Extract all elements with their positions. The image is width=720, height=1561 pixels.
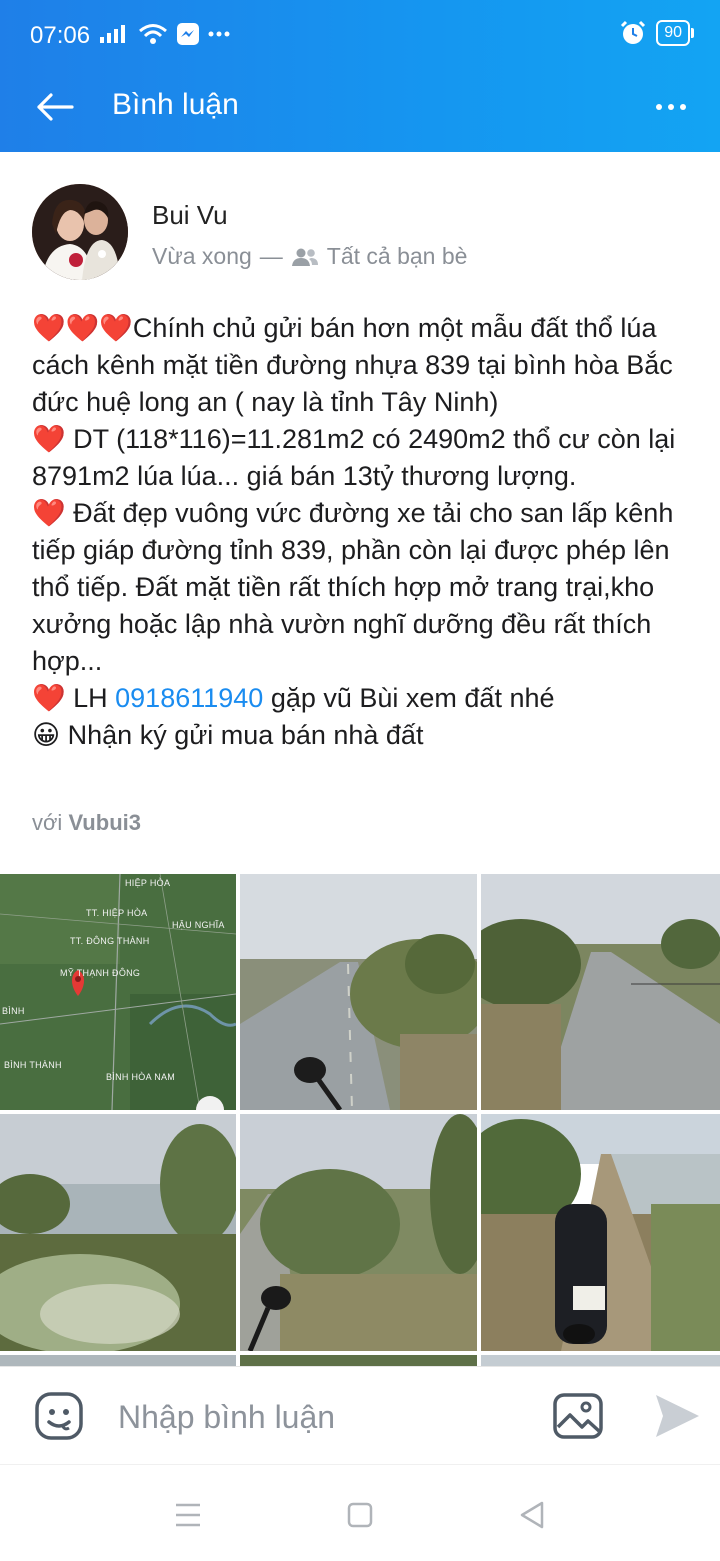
send-button[interactable] [652,1391,702,1441]
post-meta: Vừa xong — Tất cả bạn bè [152,243,467,270]
more-dot [668,104,674,110]
more-options-button[interactable] [644,82,698,132]
map-label: BÌNH [2,1006,25,1016]
arrow-left-icon [37,93,74,121]
field-image [0,1114,236,1351]
photo-row3-2[interactable] [240,1355,477,1366]
image-icon [553,1393,603,1439]
photo-map[interactable]: HIỆP HÒA TT. HIỆP HÒA TT. ĐÔNG THÀNH HẬU… [0,874,236,1110]
alarm-icon [621,20,646,44]
more-dots-icon [656,104,662,110]
map-label: BÌNH THÀNH [4,1060,62,1070]
contact-prefix: ❤️ LH [32,683,116,713]
more-dot [680,104,686,110]
road-image [240,874,477,1110]
post-audience: Tất cả bạn bè [326,243,468,269]
wifi-icon [139,24,167,44]
with-label: với [32,810,63,835]
comment-input[interactable] [116,1387,520,1447]
status-icons-left [100,22,230,46]
post-content: ❤️❤️❤️Chính chủ gửi bán hơn một mẫu đất … [32,310,696,754]
comment-bar [0,1366,720,1465]
photo-grid: HIỆP HÒA TT. HIỆP HÒA TT. ĐÔNG THÀNH HẬU… [0,874,720,1366]
avatar[interactable] [32,184,128,280]
status-bar: 07:06 90 [0,0,720,60]
map-label: HẬU NGHĨA [172,920,225,930]
motorbike-image [481,1114,720,1351]
photo-road-1[interactable] [240,874,477,1110]
back-button[interactable] [30,82,80,132]
map-label: MỸ THẠNH ĐÔNG [60,968,141,978]
post-paragraph: 😀 Nhận ký gửi mua bán nhà đất [32,720,424,750]
status-time: 07:06 [30,22,91,49]
messenger-icon [177,23,199,45]
nav-menu-button[interactable] [168,1495,208,1535]
emoji-button[interactable] [34,1391,84,1441]
photo-row3-1[interactable] [0,1355,236,1366]
post-paragraph: ❤️❤️❤️Chính chủ gửi bán hơn một mẫu đất … [32,313,673,417]
system-nav-bar [0,1464,720,1561]
back-triangle-icon [520,1501,544,1529]
map-label: TT. HIỆP HÒA [86,908,148,918]
post-time: Vừa xong [152,243,252,269]
phone-link[interactable]: 0918611940 [115,683,263,713]
menu-icon [176,1503,200,1527]
post-paragraph: ❤️ Đất đẹp vuông vức đường xe tải cho sa… [32,498,674,676]
send-icon [656,1395,699,1437]
road-image [481,874,720,1110]
home-square-icon [347,1502,373,1528]
photo-row3-3[interactable] [481,1355,720,1366]
battery-level: 90 [656,20,694,46]
nav-back-button[interactable] [512,1495,552,1535]
attach-image-button[interactable] [552,1391,604,1441]
road-image [240,1114,477,1351]
friends-icon [291,248,318,266]
post-paragraph: ❤️ DT (118*116)=11.281m2 có 2490m2 thổ c… [32,424,676,491]
post-paragraph-contact: ❤️ LH 0918611940 gặp vũ Bùi xem đất nhé [32,680,696,717]
signal-icon [100,25,125,43]
map-label: TT. ĐÔNG THÀNH [70,936,150,946]
map-label: BÌNH HÒA NAM [106,1072,176,1082]
tagged-user[interactable]: Vubui3 [68,810,141,835]
more-notifications-icon [208,31,230,37]
sticker-icon [35,1392,83,1440]
meta-separator: — [259,243,283,269]
nav-home-button[interactable] [340,1495,380,1535]
page-title: Bình luận [112,88,239,121]
map-label: HIỆP HÒA [125,878,171,888]
author-name[interactable]: Bui Vu [152,200,228,231]
avatar-photo [32,184,128,280]
tagged-line: với Vubui3 [32,810,141,836]
photo-field-1[interactable] [0,1114,236,1351]
photo-motorbike[interactable] [481,1114,720,1351]
contact-suffix: gặp vũ Bùi xem đất nhé [263,683,555,713]
top-bar: 07:06 90 Bình luận [0,0,720,152]
photo-road-2[interactable] [481,874,720,1110]
app-bar: Bình luận [0,60,720,152]
photo-road-3[interactable] [240,1114,477,1351]
status-icons-right: 90 [620,20,694,46]
